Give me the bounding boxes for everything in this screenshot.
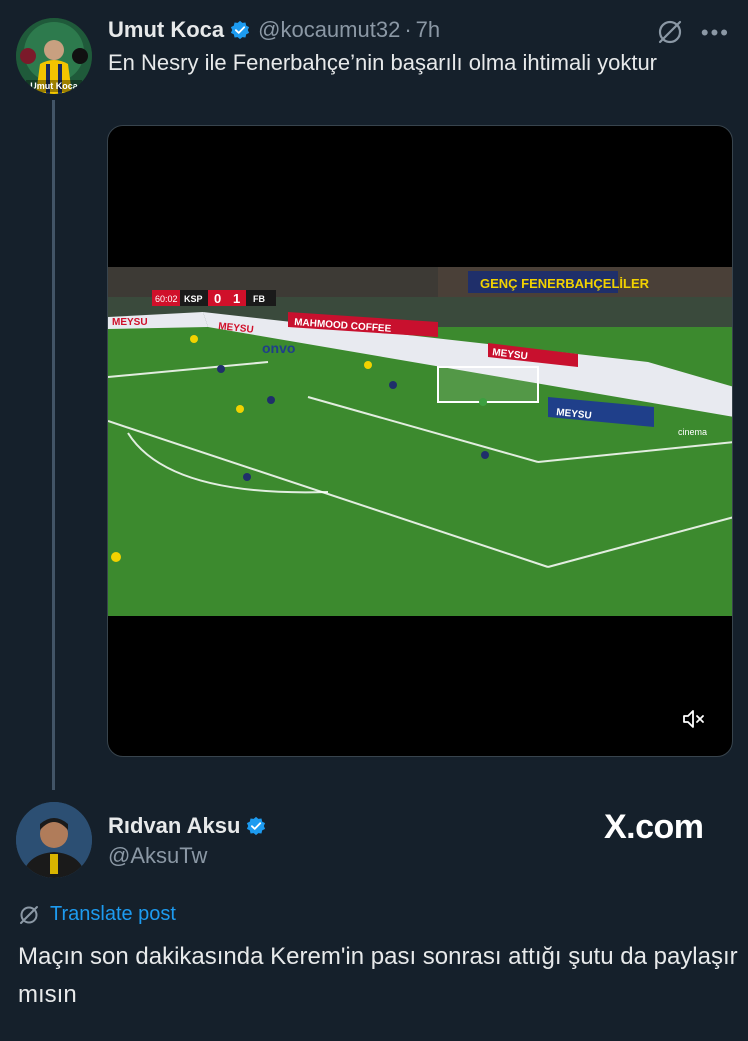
verified-badge-icon [231,20,250,40]
tweet-header: Umut Koca @kocaumut32 · 7h [108,16,440,44]
video-frame: GENÇ FENERBAHÇELİLER MEYSU MEYSU MAHMOOD… [108,267,732,616]
more-icon[interactable]: ••• [701,20,730,46]
translate-label[interactable]: Translate post [50,903,176,926]
scoreboard-home: KSP [184,294,203,304]
author-name[interactable]: Rıdvan Aksu [108,813,240,839]
grok-icon[interactable] [656,18,684,46]
ad-text: cinema [678,427,707,437]
avatar[interactable] [16,802,92,878]
ad-text: GENÇ FENERBAHÇELİLER [480,276,650,291]
translate-post-button[interactable]: Translate post [18,903,176,926]
author-handle[interactable]: @kocaumut32 [258,17,400,43]
quote-text: Maçın son dakikasında Kerem'in pası sonr… [18,943,738,1008]
grok-icon [20,905,38,924]
scoreboard-home-score: 0 [214,291,221,306]
scoreboard-away: FB [253,294,265,304]
verified-badge-icon [247,816,266,836]
avatar[interactable]: Umut Koca [16,18,92,94]
separator-dot: · [404,17,412,42]
scoreboard: 60:02 KSP 0 1 FB [152,290,276,306]
scoreboard-away-score: 1 [233,291,240,306]
avatar-text: Umut Koca [30,81,78,91]
tweet-time[interactable]: 7h [416,17,440,43]
thread-line [52,100,55,790]
watermark: X.com [604,808,704,846]
quote-header: Rıdvan Aksu [108,812,274,840]
ad-text: MEYSU [112,317,148,328]
video-player[interactable]: GENÇ FENERBAHÇELİLER MEYSU MEYSU MAHMOOD… [107,125,733,757]
scoreboard-clock: 60:02 [155,294,178,304]
tweet-text: En Nesry ile Fenerbahçe’nin başarılı olm… [108,50,658,75]
author-name[interactable]: Umut Koca [108,17,224,43]
author-handle[interactable]: @AksuTw [108,843,207,869]
ad-text: onvo [262,340,295,356]
mute-icon[interactable] [682,708,706,730]
